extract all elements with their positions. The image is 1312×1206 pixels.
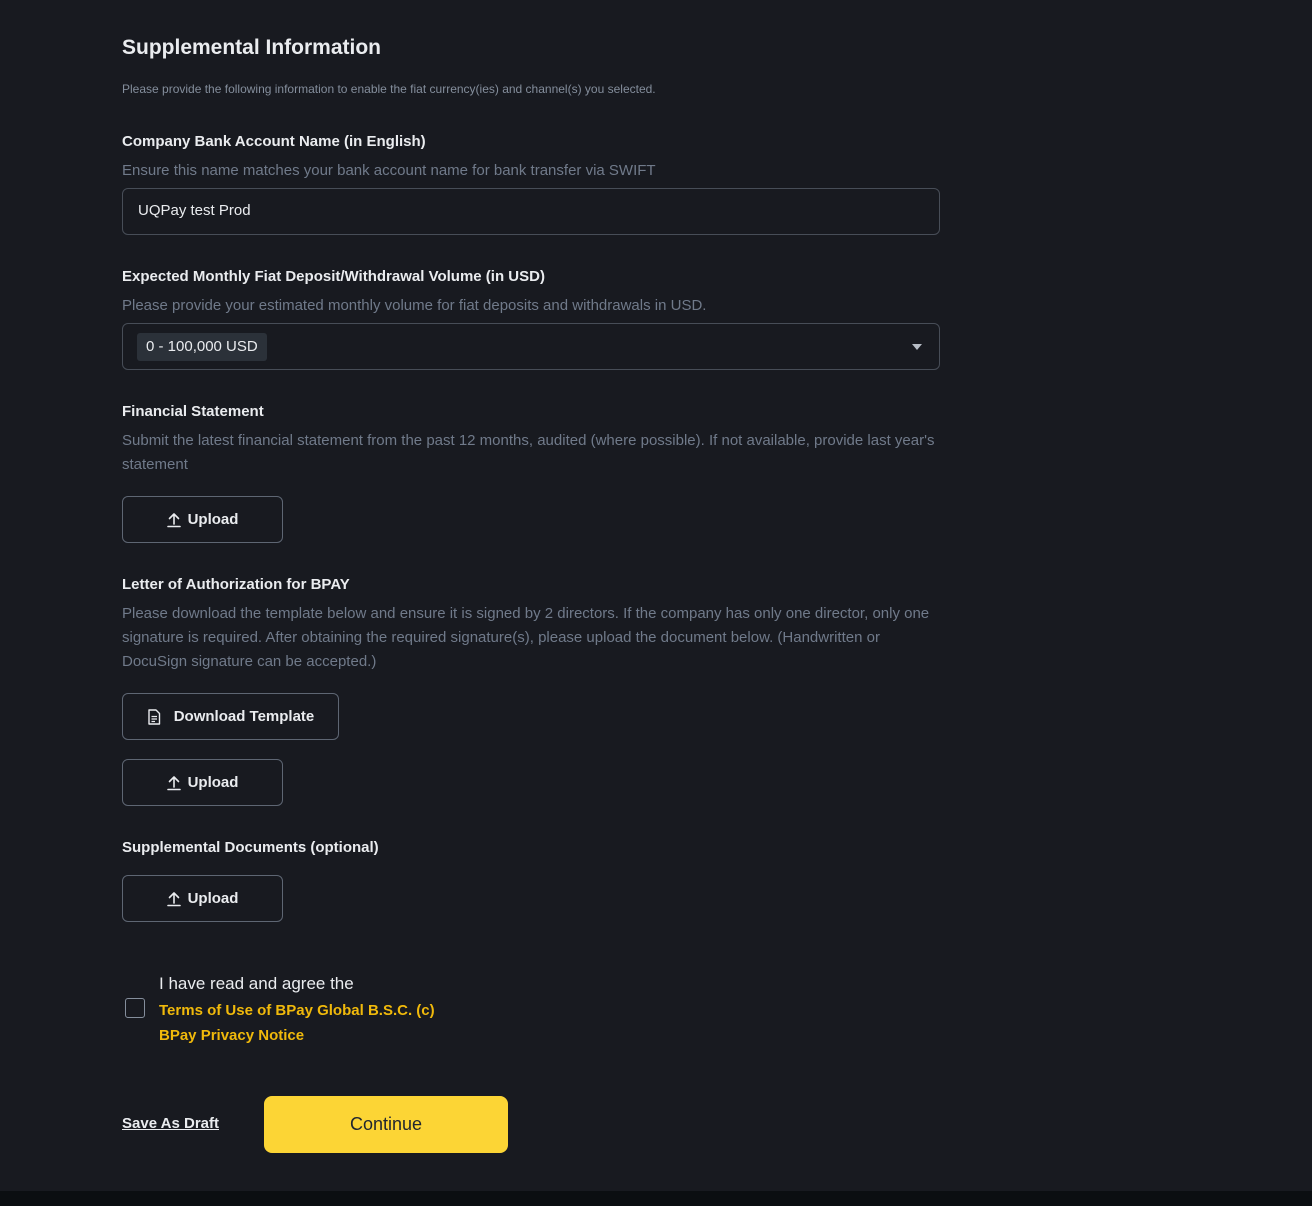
upload-icon (166, 891, 181, 907)
upload-icon (166, 775, 181, 791)
bank-account-name-value: UQPay test Prod (138, 202, 251, 219)
supplemental-documents-upload-button[interactable]: Upload (122, 875, 283, 922)
terms-of-use-link[interactable]: Terms of Use of BPay Global B.S.C. (c) (159, 1002, 435, 1019)
page-subtitle: Please provide the following information… (122, 82, 656, 96)
upload-icon (166, 512, 181, 528)
privacy-notice-link[interactable]: BPay Privacy Notice (159, 1027, 304, 1044)
volume-select[interactable]: 0 - 100,000 USD (122, 323, 940, 370)
download-template-label: Download Template (173, 708, 315, 725)
authorization-letter-upload-button[interactable]: Upload (122, 759, 283, 806)
continue-button[interactable]: Continue (264, 1096, 508, 1153)
bank-account-label: Company Bank Account Name (in English) (122, 133, 426, 150)
agree-text: I have read and agree the (159, 974, 354, 993)
page: Supplemental Information Please provide … (0, 0, 1312, 1191)
upload-label: Upload (187, 890, 239, 907)
save-as-draft-link[interactable]: Save As Draft (122, 1115, 219, 1132)
document-icon (147, 708, 161, 725)
agree-checkbox[interactable] (125, 998, 145, 1018)
download-template-button[interactable]: Download Template (122, 693, 339, 740)
volume-selected-tag: 0 - 100,000 USD (137, 333, 267, 361)
financial-statement-hint: Submit the latest financial statement fr… (122, 432, 935, 473)
bank-account-name-field[interactable]: UQPay test Prod (122, 188, 940, 235)
footer-strip (0, 1191, 1312, 1206)
authorization-letter-hint: Please download the template below and e… (122, 605, 930, 670)
authorization-letter-label: Letter of Authorization for BPAY (122, 576, 350, 593)
upload-label: Upload (187, 511, 239, 528)
supplemental-documents-label: Supplemental Documents (optional) (122, 839, 379, 856)
caret-down-icon (912, 344, 922, 350)
financial-statement-label: Financial Statement (122, 403, 264, 420)
page-title: Supplemental Information (122, 36, 382, 59)
bank-account-hint: Ensure this name matches your bank accou… (122, 162, 656, 179)
upload-label: Upload (187, 774, 239, 791)
volume-hint: Please provide your estimated monthly vo… (122, 297, 707, 314)
financial-statement-upload-button[interactable]: Upload (122, 496, 283, 543)
volume-label: Expected Monthly Fiat Deposit/Withdrawal… (122, 268, 545, 285)
